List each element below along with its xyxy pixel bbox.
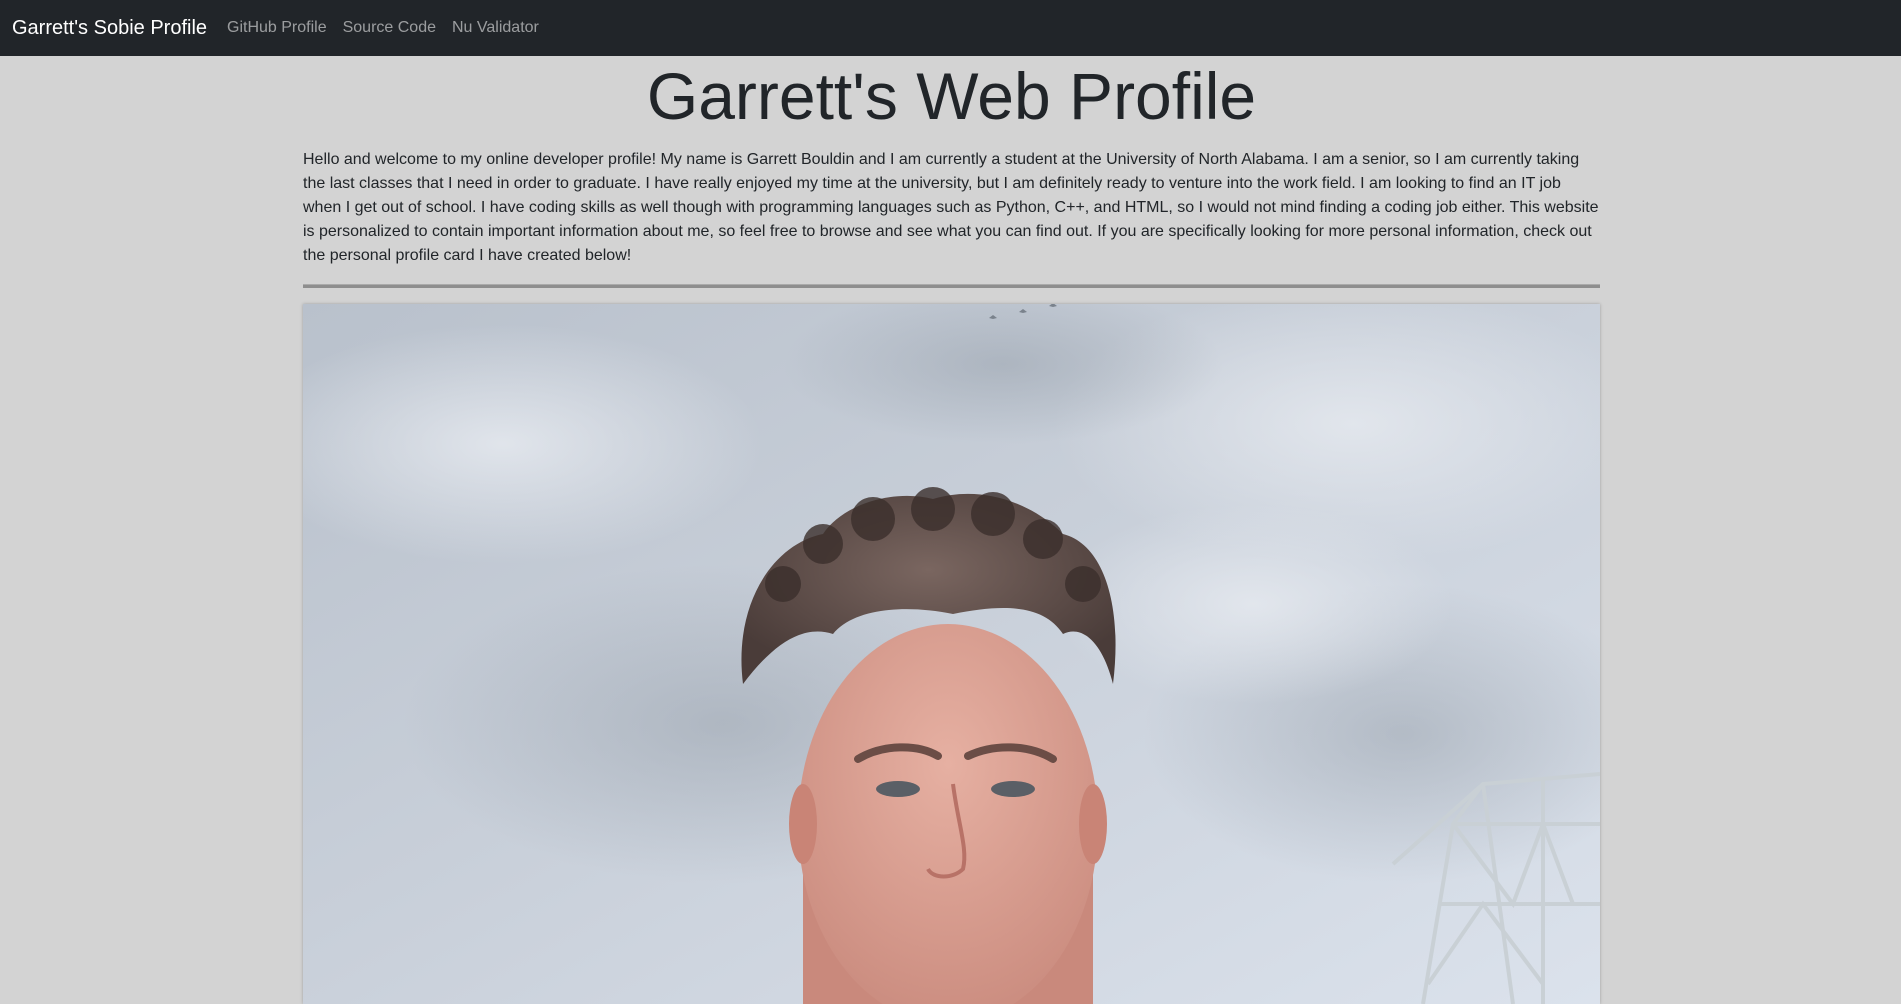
nav-link-github-profile[interactable]: GitHub Profile	[219, 19, 335, 37]
top-navbar: Garrett's Sobie Profile GitHub Profile S…	[0, 0, 1901, 56]
horizontal-divider	[303, 284, 1600, 288]
intro-paragraph: Hello and welcome to my online developer…	[303, 151, 1599, 264]
main-content: Garrett's Web Profile Hello and welcome …	[303, 56, 1600, 1004]
nav-link-nu-validator[interactable]: Nu Validator	[444, 19, 547, 37]
profile-photo	[303, 304, 1600, 1004]
page-title: Garrett's Web Profile	[646, 59, 1257, 133]
navbar-brand[interactable]: Garrett's Sobie Profile	[12, 17, 207, 40]
profile-photo-image	[303, 304, 1600, 1004]
nav-link-source-code[interactable]: Source Code	[335, 19, 444, 37]
